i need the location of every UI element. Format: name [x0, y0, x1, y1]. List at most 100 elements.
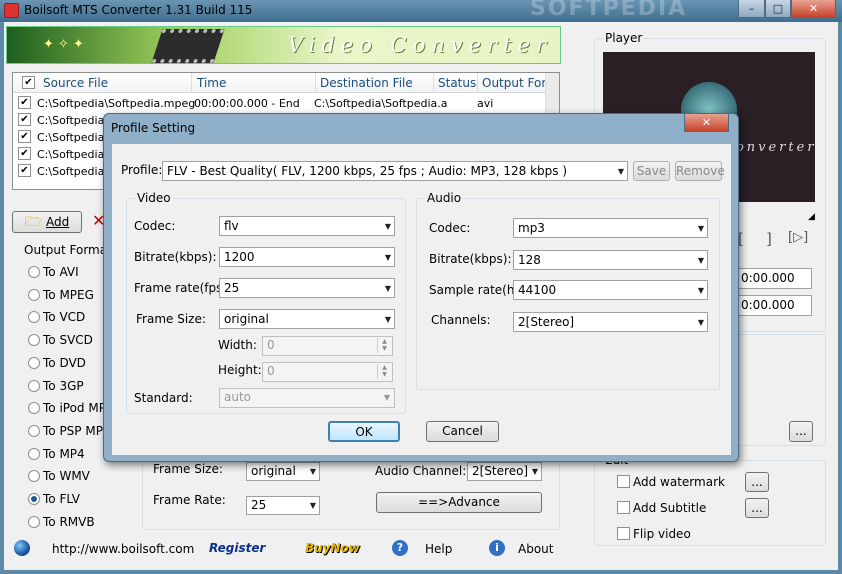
format-option-label[interactable]: To WMV	[43, 469, 90, 483]
maximize-button[interactable]: □	[765, 0, 791, 18]
audio-codec-select[interactable]: mp3 ▼	[513, 218, 708, 238]
effects-browse-button[interactable]: ...	[789, 421, 813, 442]
video-framerate-select[interactable]: 25 ▼	[219, 278, 395, 298]
help-icon[interactable]: ?	[392, 540, 408, 556]
col-destination-file[interactable]: Destination File	[320, 76, 413, 90]
softpedia-watermark: SOFTPEDIA	[530, 0, 688, 21]
mark-out-icon[interactable]: ]	[766, 230, 772, 248]
format-option-label[interactable]: To AVI	[43, 265, 79, 279]
format-radio[interactable]	[28, 379, 40, 392]
format-option-label[interactable]: To 3GP	[43, 379, 84, 393]
format-radio[interactable]	[28, 334, 40, 347]
start-time-field[interactable]: 0:00.000	[736, 268, 812, 289]
standard-select[interactable]: auto ▼	[219, 388, 395, 408]
flip-video-checkbox[interactable]	[617, 527, 630, 540]
table-row[interactable]: ✔ C:\Softpedia\Softpedia.mpeg 00:00:00.0…	[13, 95, 559, 112]
video-framesize-label: Frame Size:	[136, 312, 206, 326]
profile-setting-dialog: Profile Setting ✕ Profile: FLV - Best Qu…	[103, 113, 739, 462]
format-radio[interactable]	[28, 493, 40, 505]
dialog-body: Profile: FLV - Best Quality( FLV, 1200 k…	[111, 143, 732, 456]
width-spinner[interactable]: 0 ▲ ▼	[262, 336, 393, 356]
video-bitrate-label: Bitrate(kbps):	[134, 250, 217, 264]
register-link[interactable]: Register	[209, 541, 265, 555]
format-option-label[interactable]: To VCD	[43, 310, 85, 324]
row-checkbox[interactable]: ✔	[18, 147, 31, 160]
chevron-down-icon: ▼	[384, 284, 391, 293]
format-option-label[interactable]: To DVD	[43, 356, 86, 370]
video-codec-label: Codec:	[134, 219, 176, 233]
dialog-title: Profile Setting	[111, 121, 196, 135]
advance-button[interactable]: ==>Advance	[376, 492, 542, 513]
channels-select[interactable]: 2[Stereo] ▼	[513, 312, 708, 332]
format-radio[interactable]	[28, 424, 40, 437]
remove-button[interactable]: Remove	[675, 161, 725, 181]
chevron-down-icon: ▼	[697, 256, 704, 265]
format-option-label[interactable]: To MP4	[43, 447, 85, 461]
close-button[interactable]: ✕	[791, 0, 836, 18]
window-title: Boilsoft MTS Converter 1.31 Build 115	[24, 3, 253, 17]
title-bar: Boilsoft MTS Converter 1.31 Build 115 SO…	[0, 0, 842, 22]
video-codec-select[interactable]: flv ▼	[219, 216, 395, 236]
format-option-label[interactable]: To MPEG	[43, 288, 94, 302]
chevron-down-icon: ▼	[383, 393, 390, 402]
format-option-label[interactable]: To PSP MP4	[43, 424, 111, 438]
row-checkbox[interactable]: ✔	[18, 113, 31, 126]
profile-select[interactable]: FLV - Best Quality( FLV, 1200 kbps, 25 f…	[162, 161, 628, 181]
app-icon	[4, 3, 19, 18]
format-radio[interactable]	[28, 266, 40, 278]
audio-channel-select[interactable]: 2[Stereo] ▼	[467, 462, 542, 481]
format-radio[interactable]	[28, 288, 40, 301]
audio-bitrate-select[interactable]: 128 ▼	[513, 250, 708, 270]
ok-button[interactable]: OK	[328, 421, 400, 442]
help-link[interactable]: Help	[425, 542, 452, 556]
buynow-link[interactable]: BuyNow	[305, 541, 360, 555]
end-time-field[interactable]: 0:00.000	[736, 295, 812, 316]
subtitle-browse-button[interactable]: ...	[745, 498, 769, 518]
file-list-header: ✔ Source File Time Destination File Stat…	[13, 73, 559, 93]
row-source: C:\Softpedia\	[37, 114, 109, 127]
row-checkbox[interactable]: ✔	[18, 96, 31, 109]
format-option-label[interactable]: To SVCD	[43, 333, 93, 347]
col-source-file[interactable]: Source File	[43, 76, 108, 90]
row-checkbox[interactable]: ✔	[18, 164, 31, 177]
format-radio[interactable]	[28, 447, 40, 460]
row-time: 00:00:00.000 - End	[194, 97, 300, 110]
about-link[interactable]: About	[518, 542, 553, 556]
website-link[interactable]: http://www.boilsoft.com	[52, 542, 194, 556]
select-all-checkbox[interactable]: ✔	[22, 76, 35, 89]
main-window: Boilsoft MTS Converter 1.31 Build 115 SO…	[0, 0, 842, 574]
seek-marker-icon[interactable]: ◢	[808, 212, 815, 222]
row-checkbox[interactable]: ✔	[18, 130, 31, 143]
remove-icon[interactable]: ✕	[92, 211, 105, 233]
audio-label: Audio	[425, 191, 464, 205]
format-radio[interactable]	[28, 515, 40, 528]
dialog-close-button[interactable]: ✕	[684, 114, 729, 132]
add-subtitle-checkbox[interactable]	[617, 501, 630, 514]
row-source: C:\Softpedia\	[37, 131, 109, 144]
watermark-browse-button[interactable]: ...	[745, 472, 769, 492]
frame-rate-select[interactable]: 25 ▼	[246, 496, 320, 515]
add-button[interactable]: 🗁 Add	[12, 211, 82, 233]
video-bitrate-select[interactable]: 1200 ▼	[219, 247, 395, 267]
audio-bitrate-label: Bitrate(kbps):	[429, 252, 512, 266]
next-icon[interactable]: [▷]	[788, 230, 808, 245]
folder-icon: 🗁	[24, 214, 43, 230]
chevron-down-icon: ▼	[697, 318, 704, 327]
cancel-button[interactable]: Cancel	[426, 421, 499, 442]
add-watermark-checkbox[interactable]	[617, 475, 630, 488]
frame-size-select[interactable]: original ▼	[246, 462, 320, 481]
spinner-arrows-icon: ▲ ▼	[377, 338, 391, 353]
chevron-down-icon: ▼	[697, 286, 704, 295]
format-radio[interactable]	[28, 356, 40, 369]
height-spinner[interactable]: 0 ▲ ▼	[262, 362, 393, 382]
info-icon[interactable]: i	[489, 540, 505, 556]
format-option-label[interactable]: To RMVB	[43, 515, 95, 529]
save-button[interactable]: Save	[633, 161, 670, 181]
minimize-button[interactable]: –	[738, 0, 765, 18]
col-time[interactable]: Time	[197, 76, 226, 90]
video-framesize-select[interactable]: original ▼	[219, 309, 395, 329]
width-label: Width:	[218, 338, 257, 352]
format-option-label[interactable]: To FLV	[43, 492, 80, 506]
col-status[interactable]: Status	[438, 76, 476, 90]
samplerate-select[interactable]: 44100 ▼	[513, 280, 708, 300]
